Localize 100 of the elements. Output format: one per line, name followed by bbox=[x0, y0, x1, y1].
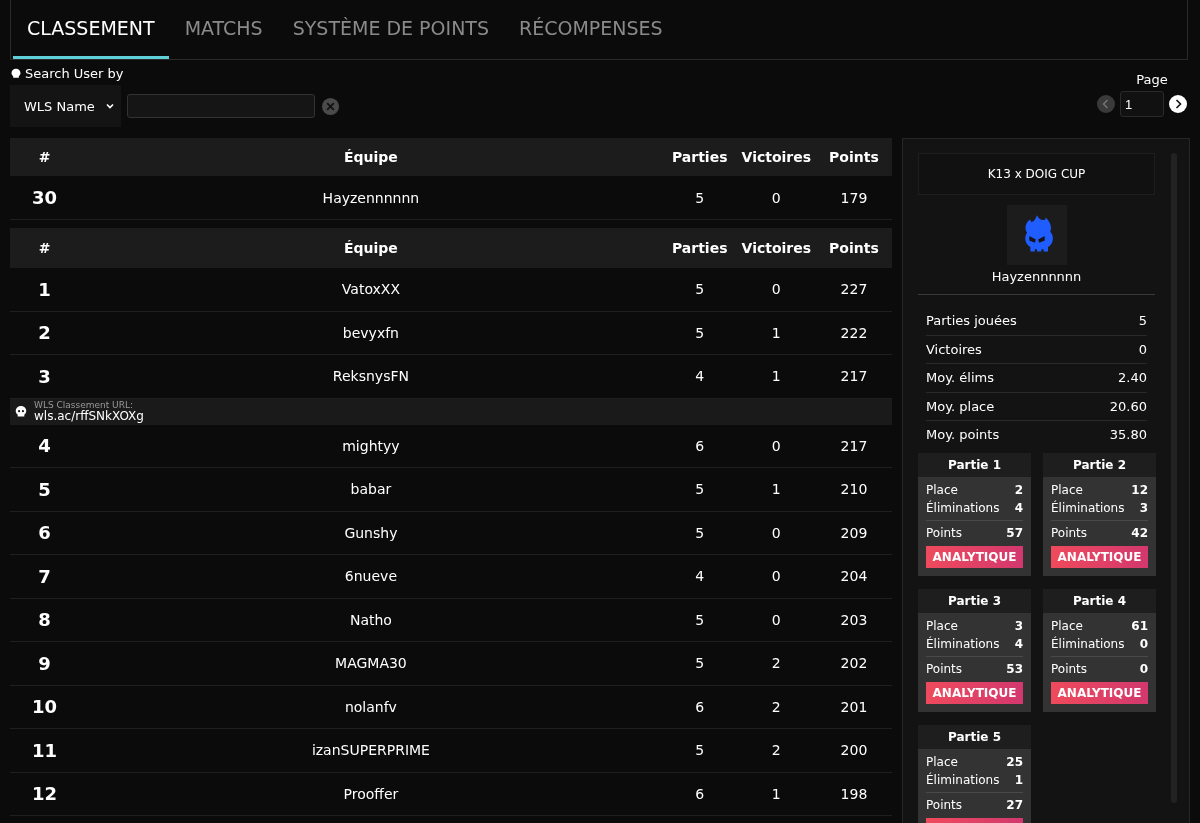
page-field[interactable]: 1 bbox=[1120, 91, 1164, 117]
stat-label: Éliminations bbox=[926, 772, 1000, 787]
skull-icon bbox=[10, 67, 22, 80]
stat-label: Place bbox=[1051, 618, 1083, 633]
team-cell-text: ReksnysFN bbox=[331, 368, 410, 385]
wins-cell-text: 2 bbox=[770, 742, 782, 759]
wins-cell-text: 1 bbox=[770, 368, 782, 385]
next-page-button[interactable] bbox=[1168, 94, 1188, 114]
tab[interactable]: MATCHS bbox=[170, 0, 277, 59]
player-name: Hayzennnnnn bbox=[918, 269, 1155, 295]
stat-value: 2.40 bbox=[1118, 370, 1147, 386]
stat-value: 42 bbox=[1131, 525, 1148, 540]
games-cell-text: 5 bbox=[694, 655, 706, 672]
stat-label: Points bbox=[926, 797, 963, 812]
team-cell-text: nolanfv bbox=[343, 698, 398, 715]
games-cell-text: 4 bbox=[694, 568, 706, 585]
points-cell-text: 203 bbox=[839, 611, 869, 628]
stat-label: Points bbox=[926, 661, 963, 676]
stat-value: 61 bbox=[1131, 618, 1148, 633]
games-cell-text: 6 bbox=[694, 698, 706, 715]
points-cell-text: 217 bbox=[839, 368, 869, 385]
points-cell-text: 209 bbox=[839, 524, 869, 541]
rank-cell-text: 3 bbox=[37, 365, 52, 387]
tab[interactable]: CLASSEMENT bbox=[13, 0, 169, 59]
column-header: Équipe bbox=[342, 240, 399, 256]
search-mode-select[interactable]: WLS Name bbox=[10, 85, 121, 127]
rank-cell-text: 10 bbox=[31, 696, 59, 718]
points-cell-text: 179 bbox=[839, 189, 869, 206]
url-caption: WLS Classement URL: bbox=[34, 401, 134, 410]
stat-label: Moy. place bbox=[926, 398, 995, 414]
analytics-button[interactable]: ANALYTIQUE bbox=[1051, 681, 1148, 704]
team-cell-text: Hayzennnnnn bbox=[321, 189, 421, 206]
analytics-button[interactable]: ANALYTIQUE bbox=[926, 545, 1023, 568]
team-cell-text: 6nueve bbox=[343, 568, 398, 585]
wins-cell-text: 1 bbox=[770, 481, 782, 498]
stat-value: 3 bbox=[1139, 500, 1148, 515]
stat-value: 2 bbox=[1014, 482, 1023, 497]
analytics-button[interactable]: ANALYTIQUE bbox=[1051, 545, 1148, 568]
points-cell-text: 210 bbox=[839, 481, 869, 498]
column-header: Points bbox=[828, 240, 880, 256]
stat-label: Parties jouées bbox=[926, 313, 1017, 329]
wins-cell-text: 0 bbox=[770, 524, 782, 541]
stat-value: 0 bbox=[1139, 661, 1148, 676]
team-cell-text: MAGMA30 bbox=[334, 655, 408, 672]
stat-value: 57 bbox=[1006, 525, 1023, 540]
column-header: Équipe bbox=[342, 149, 399, 165]
stat-label: Place bbox=[926, 618, 958, 633]
games-cell-text: 6 bbox=[694, 785, 706, 802]
search-label: Search User by bbox=[25, 66, 124, 81]
search-field[interactable] bbox=[126, 94, 315, 118]
column-header: Points bbox=[828, 149, 880, 165]
stat-label: Éliminations bbox=[1051, 500, 1125, 515]
game-title: Partie 2 bbox=[1072, 456, 1127, 474]
points-cell-text: 201 bbox=[839, 698, 869, 715]
clear-icon[interactable] bbox=[320, 96, 340, 116]
games-cell-text: 5 bbox=[694, 324, 706, 341]
points-cell-text: 227 bbox=[839, 281, 869, 298]
column-header: Victoires bbox=[740, 149, 813, 165]
stat-value: 0 bbox=[1139, 636, 1148, 651]
column-header: Victoires bbox=[740, 240, 813, 256]
column-header: # bbox=[37, 240, 52, 256]
wins-cell-text: 0 bbox=[770, 437, 782, 454]
stat-label: Place bbox=[926, 754, 958, 769]
rank-cell-text: 4 bbox=[37, 435, 52, 457]
stat-value: 3 bbox=[1014, 618, 1023, 633]
skull-icon bbox=[14, 404, 28, 419]
chevron-down-icon bbox=[104, 101, 115, 111]
games-cell-text: 5 bbox=[694, 742, 706, 759]
stat-value: 25 bbox=[1006, 754, 1023, 769]
stat-label: Points bbox=[1051, 661, 1088, 676]
games-cell-text: 4 bbox=[694, 368, 706, 385]
wins-cell-text: 2 bbox=[770, 655, 782, 672]
games-cell-text: 6 bbox=[694, 437, 706, 454]
stat-label: Points bbox=[926, 525, 963, 540]
stat-label: Moy. points bbox=[926, 427, 1000, 443]
team-cell-text: Gunshy bbox=[343, 524, 399, 541]
rank-cell-text: 12 bbox=[31, 783, 59, 805]
game-title: Partie 3 bbox=[947, 592, 1002, 610]
stat-value: 5 bbox=[1138, 313, 1147, 329]
stat-value: 4 bbox=[1014, 500, 1023, 515]
game-title: Partie 1 bbox=[947, 456, 1002, 474]
stat-label: Victoires bbox=[926, 341, 982, 357]
wins-cell-text: 1 bbox=[770, 324, 782, 341]
rank-cell-text: 2 bbox=[37, 322, 52, 344]
column-header: Parties bbox=[670, 240, 729, 256]
url-link[interactable]: wls.ac/rffSNkXOXg bbox=[34, 410, 144, 422]
tab[interactable]: RÉCOMPENSES bbox=[505, 0, 677, 59]
stat-value: 4 bbox=[1014, 636, 1023, 651]
wins-cell-text: 0 bbox=[770, 281, 782, 298]
rank-cell-text: 30 bbox=[31, 187, 59, 208]
stat-value: 12 bbox=[1131, 482, 1148, 497]
game-title: Partie 4 bbox=[1072, 592, 1127, 610]
stat-label: Points bbox=[1051, 525, 1088, 540]
column-header: Parties bbox=[670, 149, 729, 165]
wins-cell-text: 2 bbox=[770, 698, 782, 715]
wins-cell-text: 0 bbox=[770, 189, 782, 206]
analytics-button[interactable]: ANALYTIQUE bbox=[926, 681, 1023, 704]
stat-label: Moy. élims bbox=[926, 370, 994, 386]
stat-value: 1 bbox=[1014, 772, 1023, 787]
tab[interactable]: SYSTÈME DE POINTS bbox=[278, 0, 504, 59]
